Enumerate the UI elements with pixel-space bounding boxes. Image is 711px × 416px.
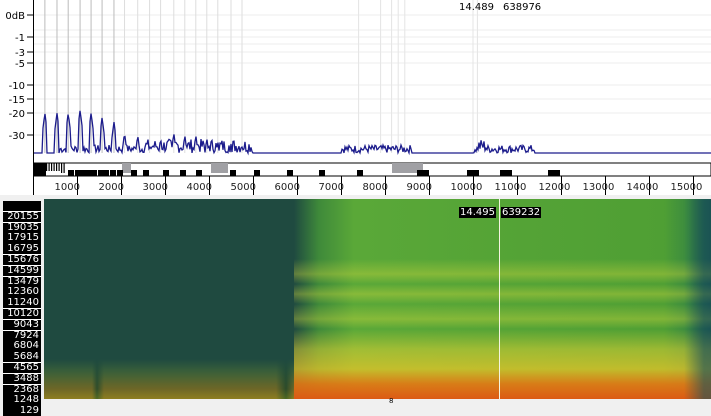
freq-label: 11000 [495,182,527,193]
freq-label: 15000 [671,182,703,193]
spectrogram-time-readout: 14.495 [459,207,496,218]
spectrum-time-readout: 14.489 [459,2,494,13]
key-mark [80,170,86,176]
freq-label: 10000 [451,182,483,193]
db-label: -30 [9,131,25,142]
key-mark [117,170,123,176]
freq-label: 14000 [627,182,659,193]
frequency-label: 12360 [3,287,41,298]
key-highlight [122,163,131,173]
key-mark [53,163,55,171]
key-mark [319,170,325,176]
freq-label: 9000 [407,182,432,193]
key-mark [91,170,97,176]
frequency-label: 15676 [3,254,41,266]
key-mark [68,170,74,176]
frequency-label: 2368 [3,384,41,395]
key-mark [63,163,65,173]
key-mark [230,170,236,176]
key-mark [58,163,60,171]
key-mark [110,170,116,176]
spectrum-panel[interactable]: 0dB -1 -3 -5 -10 -15 -20 -30 1000 2000 3000 4000 500… [0,0,711,195]
key-highlight [211,163,228,173]
spectrum-sample-readout: 638976 [503,2,542,13]
frequency-label: 129 [3,405,41,416]
frequency-label: 13479 [3,276,41,287]
db-label: 0dB [5,11,25,22]
freq-label: 1000 [55,182,80,193]
axis-header [3,201,41,212]
frequency-label: 10120 [3,308,41,320]
frequency-label: 17915 [3,233,41,244]
freq-label: 13000 [583,182,615,193]
frequency-label: 14599 [3,265,41,277]
db-label: -15 [9,95,25,106]
key-mark [51,163,53,171]
freq-label: 5000 [231,182,256,193]
spectrum-line [34,110,711,156]
frequency-label: 6804 [3,341,41,352]
frequency-label: 3488 [3,373,41,385]
key-mark [163,170,169,176]
time-cursor[interactable] [499,199,500,399]
frequency-label: 19035 [3,222,41,233]
key-mark [254,170,260,176]
key-mark [287,170,293,176]
freq-label: 12000 [539,182,571,193]
key-mark [467,170,479,176]
key-mark [143,170,149,176]
frequency-label: 20155 [3,211,41,223]
spectrogram-sample-readout: 639232 [501,207,542,218]
key-mark [417,170,429,176]
frequency-label: 16795 [3,244,41,255]
key-mark [46,163,48,171]
db-label: -10 [9,81,25,92]
key-mark [56,163,58,171]
frequency-label: 4565 [3,362,41,374]
key-mark [61,163,63,173]
key-mark [34,163,46,176]
freq-label: 7000 [319,182,344,193]
frequency-label: 11240 [3,298,41,309]
frequency-label: 5684 [3,352,41,363]
frequency-label: 7924 [3,330,41,341]
spectrum-plot[interactable]: 0dB -1 -3-5 -10 -15 -20 -30 1000 2000 3000 4000 500… [0,0,711,195]
db-label: -3 [15,48,25,59]
freq-label: 3000 [143,182,168,193]
db-label: -20 [9,109,25,120]
key-mark [48,163,50,171]
freq-label: 2000 [99,182,124,193]
spectrogram-quiet-region [44,199,294,399]
freq-label: 4000 [187,182,212,193]
spectrogram-frequency-axis: 20155 19035 17915 16795 15676 14599 13479 12360… [3,201,41,416]
frequency-label: 9043 [3,319,41,331]
freq-label: 8000 [363,182,388,193]
key-mark [131,170,137,176]
bottom-marker: 8 [389,397,394,405]
key-mark [103,170,109,176]
key-mark [500,170,512,176]
key-mark [196,170,202,176]
key-mark [180,170,186,176]
db-label: -5 [15,59,25,70]
db-label: -1 [15,33,25,44]
freq-label: 6000 [275,182,300,193]
key-mark [548,170,560,176]
key-mark [357,170,363,176]
frequency-label: 1248 [3,395,41,406]
